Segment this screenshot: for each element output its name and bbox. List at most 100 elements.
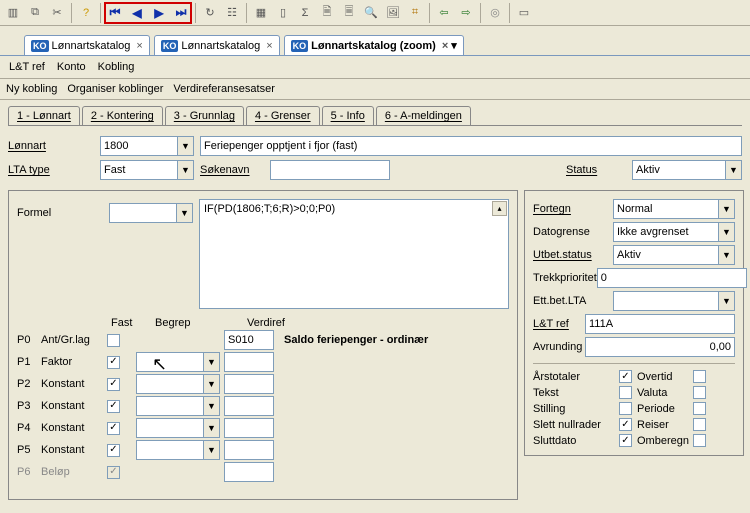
sub-organiser[interactable]: Organiser koblinger	[67, 83, 163, 95]
chevron-down-icon[interactable]: ▼	[203, 419, 219, 437]
param-begrep-combo[interactable]: ▼	[136, 352, 220, 372]
tool-back-icon[interactable]: ⇦	[433, 2, 455, 24]
reiser-checkbox[interactable]	[693, 418, 706, 431]
scroll-up-icon[interactable]: ▴	[492, 201, 507, 216]
formula-textarea[interactable]: IF(PD(1806;T;6;R)>0;0;P0) ▴	[199, 199, 509, 309]
file-tab-label: Lønnartskatalog	[181, 40, 260, 52]
menu-ltref[interactable]: L&T ref	[6, 59, 48, 75]
tool-stop-icon[interactable]: ◎	[484, 2, 506, 24]
param-fast-checkbox[interactable]	[107, 356, 120, 369]
chevron-down-icon[interactable]: ▼	[725, 161, 741, 179]
param-verdiref-input[interactable]	[224, 396, 274, 416]
ltref-input[interactable]	[585, 314, 735, 334]
chevron-down-icon[interactable]: ▼	[203, 375, 219, 393]
param-fast-checkbox[interactable]	[107, 444, 120, 457]
chevron-down-icon[interactable]: ▼	[718, 292, 734, 310]
param-begrep-combo[interactable]: ▼	[136, 396, 220, 416]
chevron-down-icon[interactable]: ▼	[176, 204, 192, 222]
menu-konto[interactable]: Konto	[54, 59, 89, 75]
param-fast-checkbox[interactable]	[107, 334, 120, 347]
status-combo[interactable]: Aktiv ▼	[632, 160, 742, 180]
lonnart-desc-input[interactable]	[200, 136, 742, 156]
nav-prev-icon[interactable]: ◀	[126, 2, 148, 24]
periode-checkbox[interactable]	[693, 402, 706, 415]
sluttdato-checkbox[interactable]	[619, 434, 632, 447]
tool-dialog-icon[interactable]: ▭	[513, 2, 535, 24]
menu-kobling[interactable]: Kobling	[95, 59, 138, 75]
formel-combo[interactable]: ▼	[109, 203, 193, 223]
close-icon[interactable]: ×	[266, 40, 272, 52]
param-begrep-combo[interactable]: ▼	[136, 374, 220, 394]
tab-amelding[interactable]: 6 - A-meldingen	[376, 106, 471, 125]
chevron-down-icon[interactable]: ▼	[718, 223, 734, 241]
tool-fwd-icon[interactable]: ⇨	[455, 2, 477, 24]
sub-verdiref[interactable]: Verdireferansesatser	[173, 83, 275, 95]
datogrense-combo[interactable]: Ikke avgrenset▼	[613, 222, 735, 242]
close-icon[interactable]: ×	[136, 40, 142, 52]
tool-loop-icon[interactable]: ↻	[199, 2, 221, 24]
tab-grenser[interactable]: 4 - Grenser	[246, 106, 320, 125]
chevron-down-icon[interactable]: ▼	[718, 246, 734, 264]
chevron-down-icon[interactable]: ▼	[177, 161, 193, 179]
arstotaler-checkbox[interactable]	[619, 370, 632, 383]
param-fast-checkbox[interactable]	[107, 378, 120, 391]
tab-kontering[interactable]: 2 - Kontering	[82, 106, 163, 125]
tool-help-icon[interactable]: ?	[75, 2, 97, 24]
nav-first-icon[interactable]: ⏮	[104, 2, 126, 24]
fortegn-combo[interactable]: Normal▼	[613, 199, 735, 219]
tool-page-icon[interactable]: 🗏	[338, 2, 360, 24]
chevron-down-icon[interactable]: ▼	[177, 137, 193, 155]
sub-nykobling[interactable]: Ny kobling	[6, 83, 57, 95]
param-verdiref-input[interactable]	[224, 418, 274, 438]
file-tab-3[interactable]: KO Lønnartskatalog (zoom) × ▾	[284, 35, 464, 55]
param-verdiref-input[interactable]	[224, 440, 274, 460]
avrund-input[interactable]	[585, 337, 735, 357]
slettnull-checkbox[interactable]	[619, 418, 632, 431]
tab-grunnlag[interactable]: 3 - Grunnlag	[165, 106, 244, 125]
param-begrep-combo[interactable]: ▼	[136, 440, 220, 460]
tool-chart-icon[interactable]: ▯	[272, 2, 294, 24]
tab-lonnart[interactable]: 1 - Lønnart	[8, 106, 80, 125]
lonnart-combo[interactable]: 1800 ▼	[100, 136, 194, 156]
valuta-checkbox[interactable]	[693, 386, 706, 399]
param-verdiref-input[interactable]	[224, 352, 274, 372]
trekk-input[interactable]	[597, 268, 747, 288]
param-verdiref-input[interactable]	[224, 374, 274, 394]
param-verdiref-input[interactable]	[224, 462, 274, 482]
tekst-checkbox[interactable]	[619, 386, 632, 399]
tool-sum-icon[interactable]: Σ	[294, 2, 316, 24]
param-begrep-combo[interactable]: ▼	[136, 418, 220, 438]
file-tab-2[interactable]: KO Lønnartskatalog ×	[154, 35, 280, 55]
tool-bars-icon[interactable]: ⌗	[404, 2, 426, 24]
chevron-down-icon[interactable]: ▼	[203, 397, 219, 415]
tool-grid-icon[interactable]: ▥	[2, 2, 24, 24]
ltatype-combo[interactable]: Fast ▼	[100, 160, 194, 180]
status-label: Status	[566, 164, 626, 176]
ettbet-combo[interactable]: ▼	[613, 291, 735, 311]
param-fast-checkbox[interactable]	[107, 422, 120, 435]
param-fast-checkbox[interactable]	[107, 400, 120, 413]
utbet-combo[interactable]: Aktiv▼	[613, 245, 735, 265]
omberegn-checkbox[interactable]	[693, 434, 706, 447]
tool-img-icon[interactable]: 🖼	[382, 2, 404, 24]
file-tab-1[interactable]: KO Lønnartskatalog ×	[24, 35, 150, 55]
nav-last-icon[interactable]: ⏭	[170, 2, 192, 24]
tool-cut-icon[interactable]: ✂	[46, 2, 68, 24]
tab-info[interactable]: 5 - Info	[322, 106, 374, 125]
close-icon[interactable]: ×	[442, 40, 448, 52]
chevron-down-icon[interactable]: ▼	[203, 441, 219, 459]
sokenavn-input[interactable]	[270, 160, 390, 180]
param-verdiref-input[interactable]	[224, 330, 274, 350]
tool-copy-icon[interactable]: ⧉	[24, 2, 46, 24]
tool-tree-icon[interactable]: ☷	[221, 2, 243, 24]
tool-table-icon[interactable]: ▦	[250, 2, 272, 24]
overtid-checkbox[interactable]	[693, 370, 706, 383]
chevron-down-icon[interactable]: ▼	[718, 200, 734, 218]
stilling-checkbox[interactable]	[619, 402, 632, 415]
param-fast-checkbox[interactable]	[107, 466, 120, 479]
tool-mag-icon[interactable]: 🔍	[360, 2, 382, 24]
chevron-down-icon[interactable]: ▼	[203, 353, 219, 371]
nav-next-icon[interactable]: ▶	[148, 2, 170, 24]
tool-doc-icon[interactable]: 🗎	[316, 2, 338, 24]
chevron-down-icon[interactable]: ▾	[451, 39, 457, 52]
